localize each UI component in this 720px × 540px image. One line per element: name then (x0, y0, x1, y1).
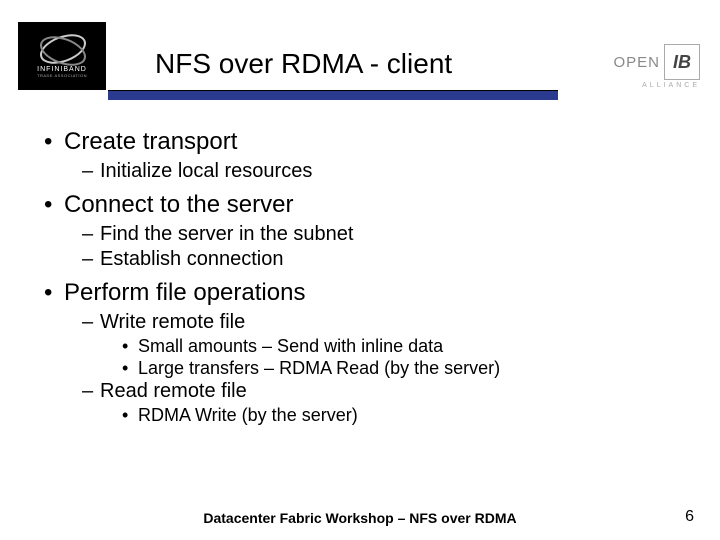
bullet-level2: Find the server in the subnet (40, 223, 690, 246)
bullet-level1: Perform file operations (40, 279, 690, 307)
infiniband-logo-subtext: TRADE ASSOCIATION (37, 73, 87, 78)
infiniband-swirl-icon (37, 34, 87, 64)
bullet-level1: Connect to the server (40, 191, 690, 219)
bullet-level2: Initialize local resources (40, 160, 690, 183)
bullet-level3: RDMA Write (by the server) (40, 405, 690, 426)
openib-logo: OPEN IB (613, 44, 700, 80)
infiniband-logo-text: INFINIBAND (37, 66, 87, 74)
openib-logo-subtext: ALLIANCE (642, 82, 700, 89)
slide-body: Create transport Initialize local resour… (40, 128, 690, 427)
infiniband-logo: INFINIBAND TRADE ASSOCIATION (18, 22, 106, 90)
slide-header: INFINIBAND TRADE ASSOCIATION NFS over RD… (0, 0, 720, 100)
openib-logo-text: OPEN (613, 54, 660, 71)
slide-footer: Datacenter Fabric Workshop – NFS over RD… (0, 510, 720, 526)
slide-title: NFS over RDMA - client (155, 48, 452, 80)
bullet-level2: Write remote file (40, 311, 690, 334)
bullet-level2: Read remote file (40, 380, 690, 403)
openib-logo-mark: IB (664, 44, 700, 80)
title-underline-bar (108, 90, 558, 100)
bullet-level3: Small amounts – Send with inline data (40, 336, 690, 357)
bullet-level1: Create transport (40, 128, 690, 156)
bullet-level2: Establish connection (40, 248, 690, 271)
bullet-level3: Large transfers – RDMA Read (by the serv… (40, 358, 690, 379)
page-number: 6 (685, 508, 694, 526)
